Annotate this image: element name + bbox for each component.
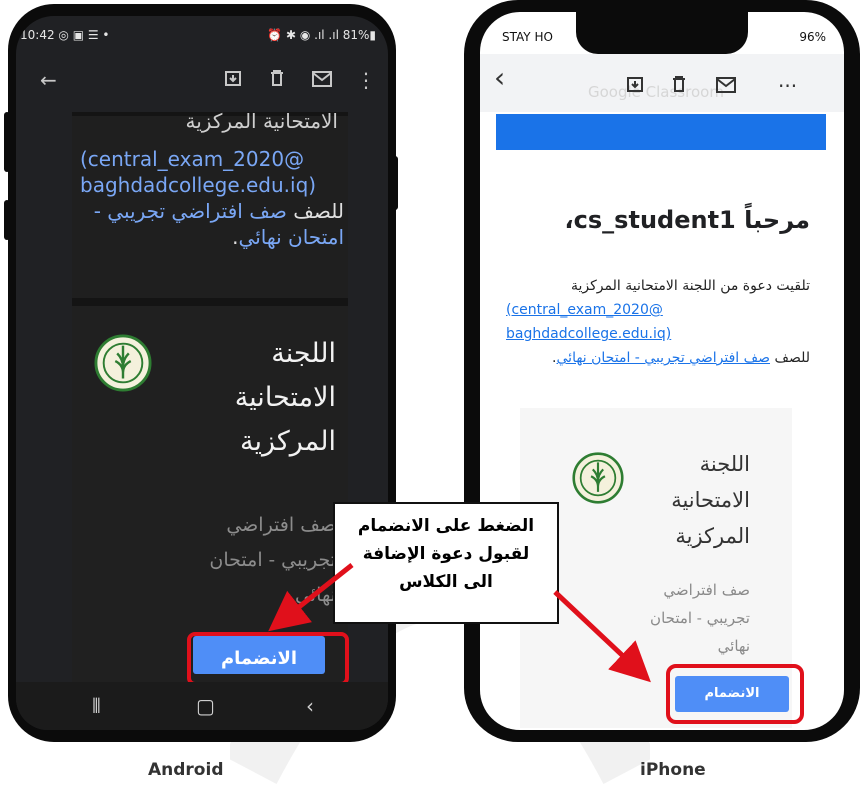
status-time: 10:42 ◎ ▣ ☰ • <box>20 28 110 42</box>
recents-icon[interactable]: ⦀ <box>92 694 101 718</box>
class-name: صف افتراضي تجريبي - امتحان نهائي <box>209 514 336 606</box>
chevron-left-icon[interactable]: ‹ <box>494 64 505 92</box>
college-logo <box>94 334 152 392</box>
more-vert-icon[interactable]: ⋮ <box>356 68 376 92</box>
greeting: مرحباً cs_student1، <box>564 206 810 234</box>
iphone-notch <box>576 12 748 54</box>
android-mail-toolbar: ← ⋮ <box>16 54 388 110</box>
status-carrier: STAY HO <box>502 30 553 44</box>
class-prefix: للصف <box>286 199 344 223</box>
archive-icon[interactable] <box>626 74 644 98</box>
android-status-bar: 10:42 ◎ ▣ ☰ • ⏰ ✱ ◉ .ıl .ıl 81%▮ <box>16 16 388 54</box>
android-caption: Android <box>148 760 224 780</box>
org-name: اللجنة الامتحانية المركزية <box>234 338 336 457</box>
status-battery: 96% <box>799 30 826 44</box>
callout-line-1: الضغط على الانضمام <box>357 516 535 536</box>
join-highlight-ring <box>187 632 349 686</box>
sender-email-link[interactable]: (central_exam_2020@ baghdadcollege.edu.i… <box>74 146 344 198</box>
iphone-frame: STAY HO 96% Google Classroom ‹ ··· مرحبا… <box>464 0 860 742</box>
trash-icon[interactable] <box>670 74 688 98</box>
mail-icon[interactable] <box>716 74 736 98</box>
sender-email-link[interactable]: (central_exam_2020@ baghdadcollege.edu.i… <box>496 298 810 346</box>
android-side-button <box>4 200 10 240</box>
back-arrow-icon[interactable]: ← <box>40 68 57 92</box>
classroom-banner <box>496 114 826 150</box>
org-name: اللجنة الامتحانية المركزية <box>671 452 750 548</box>
callout-line-2: لقبول دعوة الإضافة <box>362 544 530 564</box>
invite-text: تلقيت دعوة من اللجنة الامتحانية المركزية… <box>496 274 810 370</box>
cut-off-text: الامتحانية المركزية <box>185 112 339 133</box>
archive-icon[interactable] <box>224 68 242 92</box>
android-phone-frame: 10:42 ◎ ▣ ☰ • ⏰ ✱ ◉ .ıl .ıl 81%▮ ← ⋮ الا… <box>4 4 398 742</box>
ghost-title: Google Classroom <box>588 83 724 101</box>
invite-text: (central_exam_2020@ baghdadcollege.edu.i… <box>74 146 344 250</box>
invite-intro: تلقيت دعوة من اللجنة الامتحانية المركزية <box>571 278 810 294</box>
mail-icon[interactable] <box>312 68 332 92</box>
status-indicators: ⏰ ✱ ◉ .ıl .ıl 81%▮ <box>267 28 376 42</box>
trash-icon[interactable] <box>268 68 286 92</box>
callout-line-3: الى الكلاس <box>399 572 493 592</box>
class-name: صف افتراضي تجريبي - امتحان نهائي <box>650 581 750 655</box>
home-icon[interactable]: ▢ <box>196 694 215 718</box>
android-power-button <box>392 156 398 210</box>
iphone-caption: iPhone <box>640 760 706 780</box>
iphone-mail-toolbar: Google Classroom ‹ ··· <box>480 54 844 112</box>
android-nav-bar: ⦀ ▢ ‹ <box>16 682 388 730</box>
college-logo <box>572 452 624 504</box>
nav-back-icon[interactable]: ‹ <box>306 694 314 718</box>
class-link[interactable]: صف افتراضي تجريبي - امتحان نهائي <box>557 350 771 366</box>
instruction-callout: الضغط على الانضمام لقبول دعوة الإضافة ال… <box>333 502 559 624</box>
join-highlight-ring <box>666 664 804 724</box>
more-horiz-icon[interactable]: ··· <box>778 74 797 98</box>
android-volume-button <box>4 112 10 172</box>
class-prefix: للصف <box>774 350 810 366</box>
